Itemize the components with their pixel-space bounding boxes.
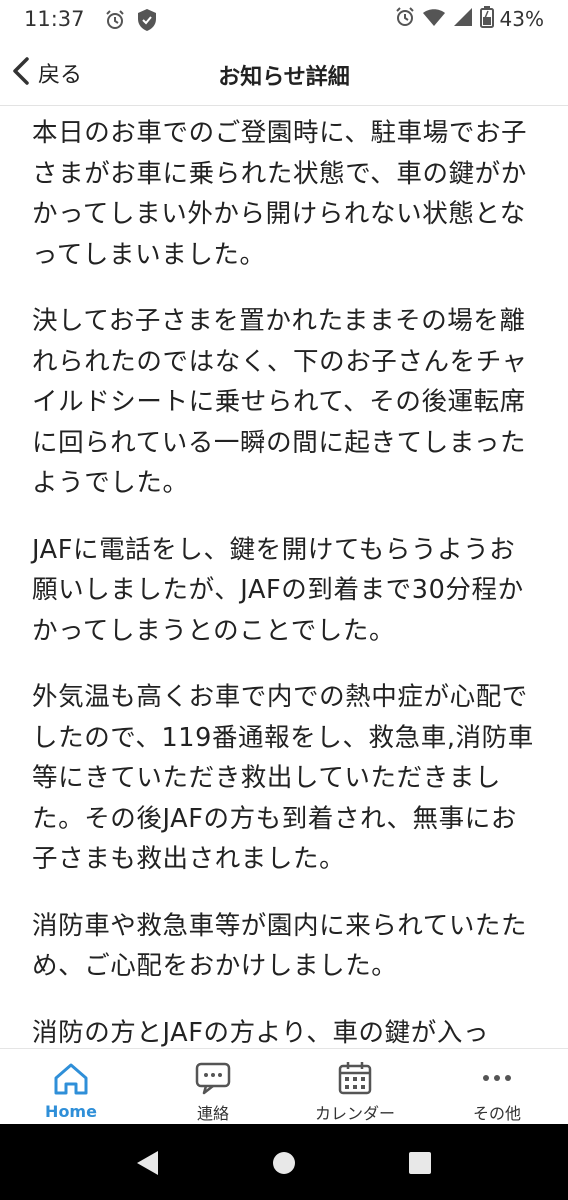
status-time: 11:37 (24, 7, 85, 31)
notice-paragraph: 外気温も高くお車で内での熱中症が心配でしたので、119番通報をし、救急車,消防車… (32, 682, 534, 874)
notice-paragraph: 本日のお車でのご登園時に、駐車場でお子さまがお車に乗られた状態で、車の鍵がかかっ… (32, 118, 528, 270)
notice-paragraph: 消防車や救急車等が園内に来られていたため、ご心配をおかけしました。 (32, 910, 528, 982)
chat-icon (193, 1059, 233, 1097)
status-bar: 11:37 43% (0, 0, 568, 40)
bottom-nav: Home 連絡 カレンダー その他 (0, 1048, 568, 1124)
notice-paragraph: 消防の方とJAFの方より、車の鍵が入っ (32, 1017, 490, 1048)
more-icon (477, 1059, 517, 1097)
battery-percent: 43% (499, 7, 544, 31)
home-icon (51, 1059, 91, 1099)
app-header: 戻る お知らせ詳細 (0, 40, 568, 106)
nav-label: 連絡 (196, 1104, 229, 1123)
page-title: お知らせ詳細 (218, 65, 350, 90)
recents-square-icon[interactable] (405, 1148, 435, 1178)
notice-body[interactable]: 本日のお車でのご登園時に、駐車場でお子さまがお車に乗られた状態で、車の鍵がかかっ… (0, 107, 568, 1048)
nav-label: その他 (472, 1104, 521, 1123)
back-triangle-icon[interactable] (132, 1148, 162, 1178)
shield-icon (136, 8, 158, 36)
status-left-icons (104, 8, 158, 36)
nav-label: Home (45, 1102, 97, 1121)
home-circle-icon[interactable] (269, 1148, 299, 1178)
signal-icon (452, 6, 474, 32)
alarm-icon (394, 6, 416, 32)
system-nav-bar (0, 1124, 568, 1200)
notice-paragraph: JAFに電話をし、鍵を開けてもらうようお願いしましたが、JAFの到着まで30分程… (32, 534, 524, 646)
nav-item-contact[interactable]: 連絡 (142, 1049, 284, 1124)
nav-item-more[interactable]: その他 (426, 1049, 568, 1124)
notice-paragraph: 決してお子さまを置かれたままその場を離れられたのではなく、下のお子さんをチャイル… (32, 306, 528, 498)
nav-item-calendar[interactable]: カレンダー (284, 1049, 426, 1124)
calendar-icon (335, 1059, 375, 1097)
nav-item-home[interactable]: Home (0, 1049, 142, 1124)
status-right-icons: 43% (394, 6, 544, 32)
battery-icon (479, 6, 494, 32)
nav-label: カレンダー (314, 1104, 395, 1123)
wifi-icon (422, 6, 446, 32)
alarm-icon (104, 9, 126, 35)
